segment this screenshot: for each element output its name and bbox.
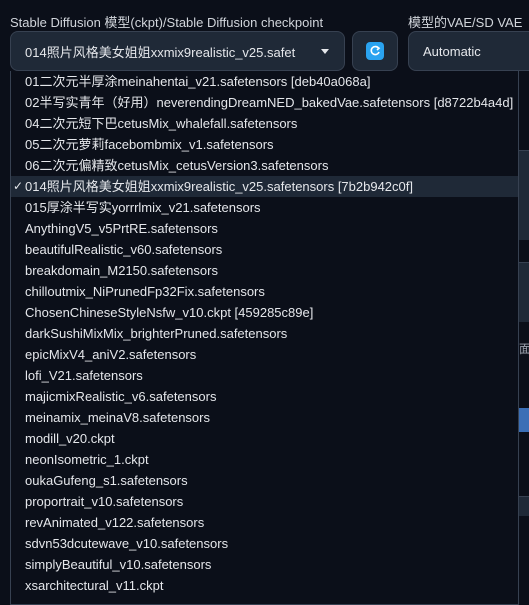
dropdown-option[interactable]: 02半写实青年（好用）neverendingDreamNED_bakedVae.… — [11, 92, 518, 113]
dropdown-option-label: breakdomain_M2150.safetensors — [25, 263, 218, 278]
background-button-fragment — [519, 408, 529, 432]
dropdown-option-label: simplyBeautiful_v10.safetensors — [25, 557, 212, 572]
dropdown-option-label: 06二次元偏精致cetusMix_cetusVersion3.safetenso… — [25, 158, 329, 173]
dropdown-option-label: ChosenChineseStyleNsfw_v10.ckpt [459285c… — [25, 305, 314, 320]
checkpoint-dropdown-list: 01二次元半厚涂meinahentai_v21.safetensors [deb… — [10, 71, 519, 605]
background-panel-fragment — [519, 262, 529, 322]
dropdown-option-label: sdvn53dcutewave_v10.safetensors — [25, 536, 229, 551]
chevron-down-icon — [321, 48, 329, 54]
dropdown-option-label: majicmixRealistic_v6.safetensors — [25, 389, 217, 404]
dropdown-option[interactable]: modill_v20.ckpt — [11, 428, 518, 449]
dropdown-option[interactable]: epicMixV4_aniV2.safetensors — [11, 344, 518, 365]
dropdown-option-label: xsarchitectural_v11.ckpt — [25, 578, 164, 593]
dropdown-option[interactable]: lofi_V21.safetensors — [11, 365, 518, 386]
background-panel-fragment — [519, 150, 529, 240]
refresh-checkpoints-button[interactable] — [352, 31, 398, 71]
dropdown-option-label: 02半写实青年（好用）neverendingDreamNED_bakedVae.… — [25, 95, 514, 110]
refresh-icon — [366, 42, 384, 60]
dropdown-option-label: 015厚涂半写实yorrrlmix_v21.safetensors — [25, 200, 261, 215]
dropdown-option-label: revAnimated_v122.safetensors — [25, 515, 205, 530]
dropdown-option[interactable]: meinamix_meinaV8.safetensors — [11, 407, 518, 428]
dropdown-option-label: meinamix_meinaV8.safetensors — [25, 410, 210, 425]
dropdown-option[interactable]: majicmixRealistic_v6.safetensors — [11, 386, 518, 407]
dropdown-option[interactable]: 04二次元短下巴cetusMix_whalefall.safetensors — [11, 113, 518, 134]
dropdown-option[interactable]: xsarchitectural_v11.ckpt — [11, 575, 518, 596]
checkpoint-selected-value: 014照片风格美女姐姐xxmix9realistic_v25.safet — [25, 44, 296, 60]
dropdown-option[interactable]: ✓ 014照片风格美女姐姐xxmix9realistic_v25.safetens… — [11, 176, 518, 197]
dropdown-option[interactable]: darkSushiMixMix_brighterPruned.safetenso… — [11, 323, 518, 344]
vae-label: 模型的VAE/SD VAE — [408, 15, 523, 30]
dropdown-option[interactable]: neonIsometric_1.ckpt — [11, 449, 518, 470]
dropdown-option-label: darkSushiMixMix_brighterPruned.safetenso… — [25, 326, 288, 341]
dropdown-option[interactable]: chilloutmix_NiPrunedFp32Fix.safetensors — [11, 281, 518, 302]
dropdown-option[interactable]: simplyBeautiful_v10.safetensors — [11, 554, 518, 575]
dropdown-option-label: 014照片风格美女姐姐xxmix9realistic_v25.safetenso… — [25, 179, 413, 194]
dropdown-option-label: modill_v20.ckpt — [25, 431, 115, 446]
dropdown-option-label: lofi_V21.safetensors — [25, 368, 143, 383]
dropdown-option[interactable]: ChosenChineseStyleNsfw_v10.ckpt [459285c… — [11, 302, 518, 323]
checkpoint-label: Stable Diffusion 模型(ckpt)/Stable Diffusi… — [10, 15, 324, 30]
dropdown-option-label: epicMixV4_aniV2.safetensors — [25, 347, 197, 362]
background-text-fragment: 面 — [519, 342, 529, 356]
dropdown-option[interactable]: AnythingV5_v5PrtRE.safetensors — [11, 218, 518, 239]
dropdown-option[interactable]: oukaGufeng_s1.safetensors — [11, 470, 518, 491]
settings-panel: Stable Diffusion 模型(ckpt)/Stable Diffusi… — [0, 0, 529, 605]
background-panel-fragment — [519, 496, 529, 516]
dropdown-option[interactable]: proportrait_v10.safetensors — [11, 491, 518, 512]
dropdown-option-label: 01二次元半厚涂meinahentai_v21.safetensors [deb… — [25, 74, 371, 89]
dropdown-option-label: proportrait_v10.safetensors — [25, 494, 184, 509]
check-icon: ✓ — [13, 179, 24, 193]
checkpoint-select[interactable]: 014照片风格美女姐姐xxmix9realistic_v25.safet — [10, 31, 345, 71]
dropdown-option-label: beautifulRealistic_v60.safetensors — [25, 242, 223, 257]
vae-select[interactable]: Automatic — [408, 31, 529, 71]
dropdown-option[interactable]: 015厚涂半写实yorrrlmix_v21.safetensors — [11, 197, 518, 218]
dropdown-option-label: chilloutmix_NiPrunedFp32Fix.safetensors — [25, 284, 265, 299]
dropdown-option[interactable]: beautifulRealistic_v60.safetensors — [11, 239, 518, 260]
dropdown-option[interactable]: revAnimated_v122.safetensors — [11, 512, 518, 533]
dropdown-option-label: 05二次元萝莉facebombmix_v1.safetensors — [25, 137, 274, 152]
dropdown-option[interactable]: 06二次元偏精致cetusMix_cetusVersion3.safetenso… — [11, 155, 518, 176]
dropdown-option[interactable]: breakdomain_M2150.safetensors — [11, 260, 518, 281]
dropdown-option[interactable]: 01二次元半厚涂meinahentai_v21.safetensors [deb… — [11, 71, 518, 92]
dropdown-option-label: neonIsometric_1.ckpt — [25, 452, 149, 467]
dropdown-option-label: oukaGufeng_s1.safetensors — [25, 473, 188, 488]
dropdown-option-label: 04二次元短下巴cetusMix_whalefall.safetensors — [25, 116, 298, 131]
dropdown-option[interactable]: 05二次元萝莉facebombmix_v1.safetensors — [11, 134, 518, 155]
vae-selected-value: Automatic — [423, 43, 481, 59]
dropdown-option[interactable]: sdvn53dcutewave_v10.safetensors — [11, 533, 518, 554]
dropdown-option-label: AnythingV5_v5PrtRE.safetensors — [25, 221, 218, 236]
